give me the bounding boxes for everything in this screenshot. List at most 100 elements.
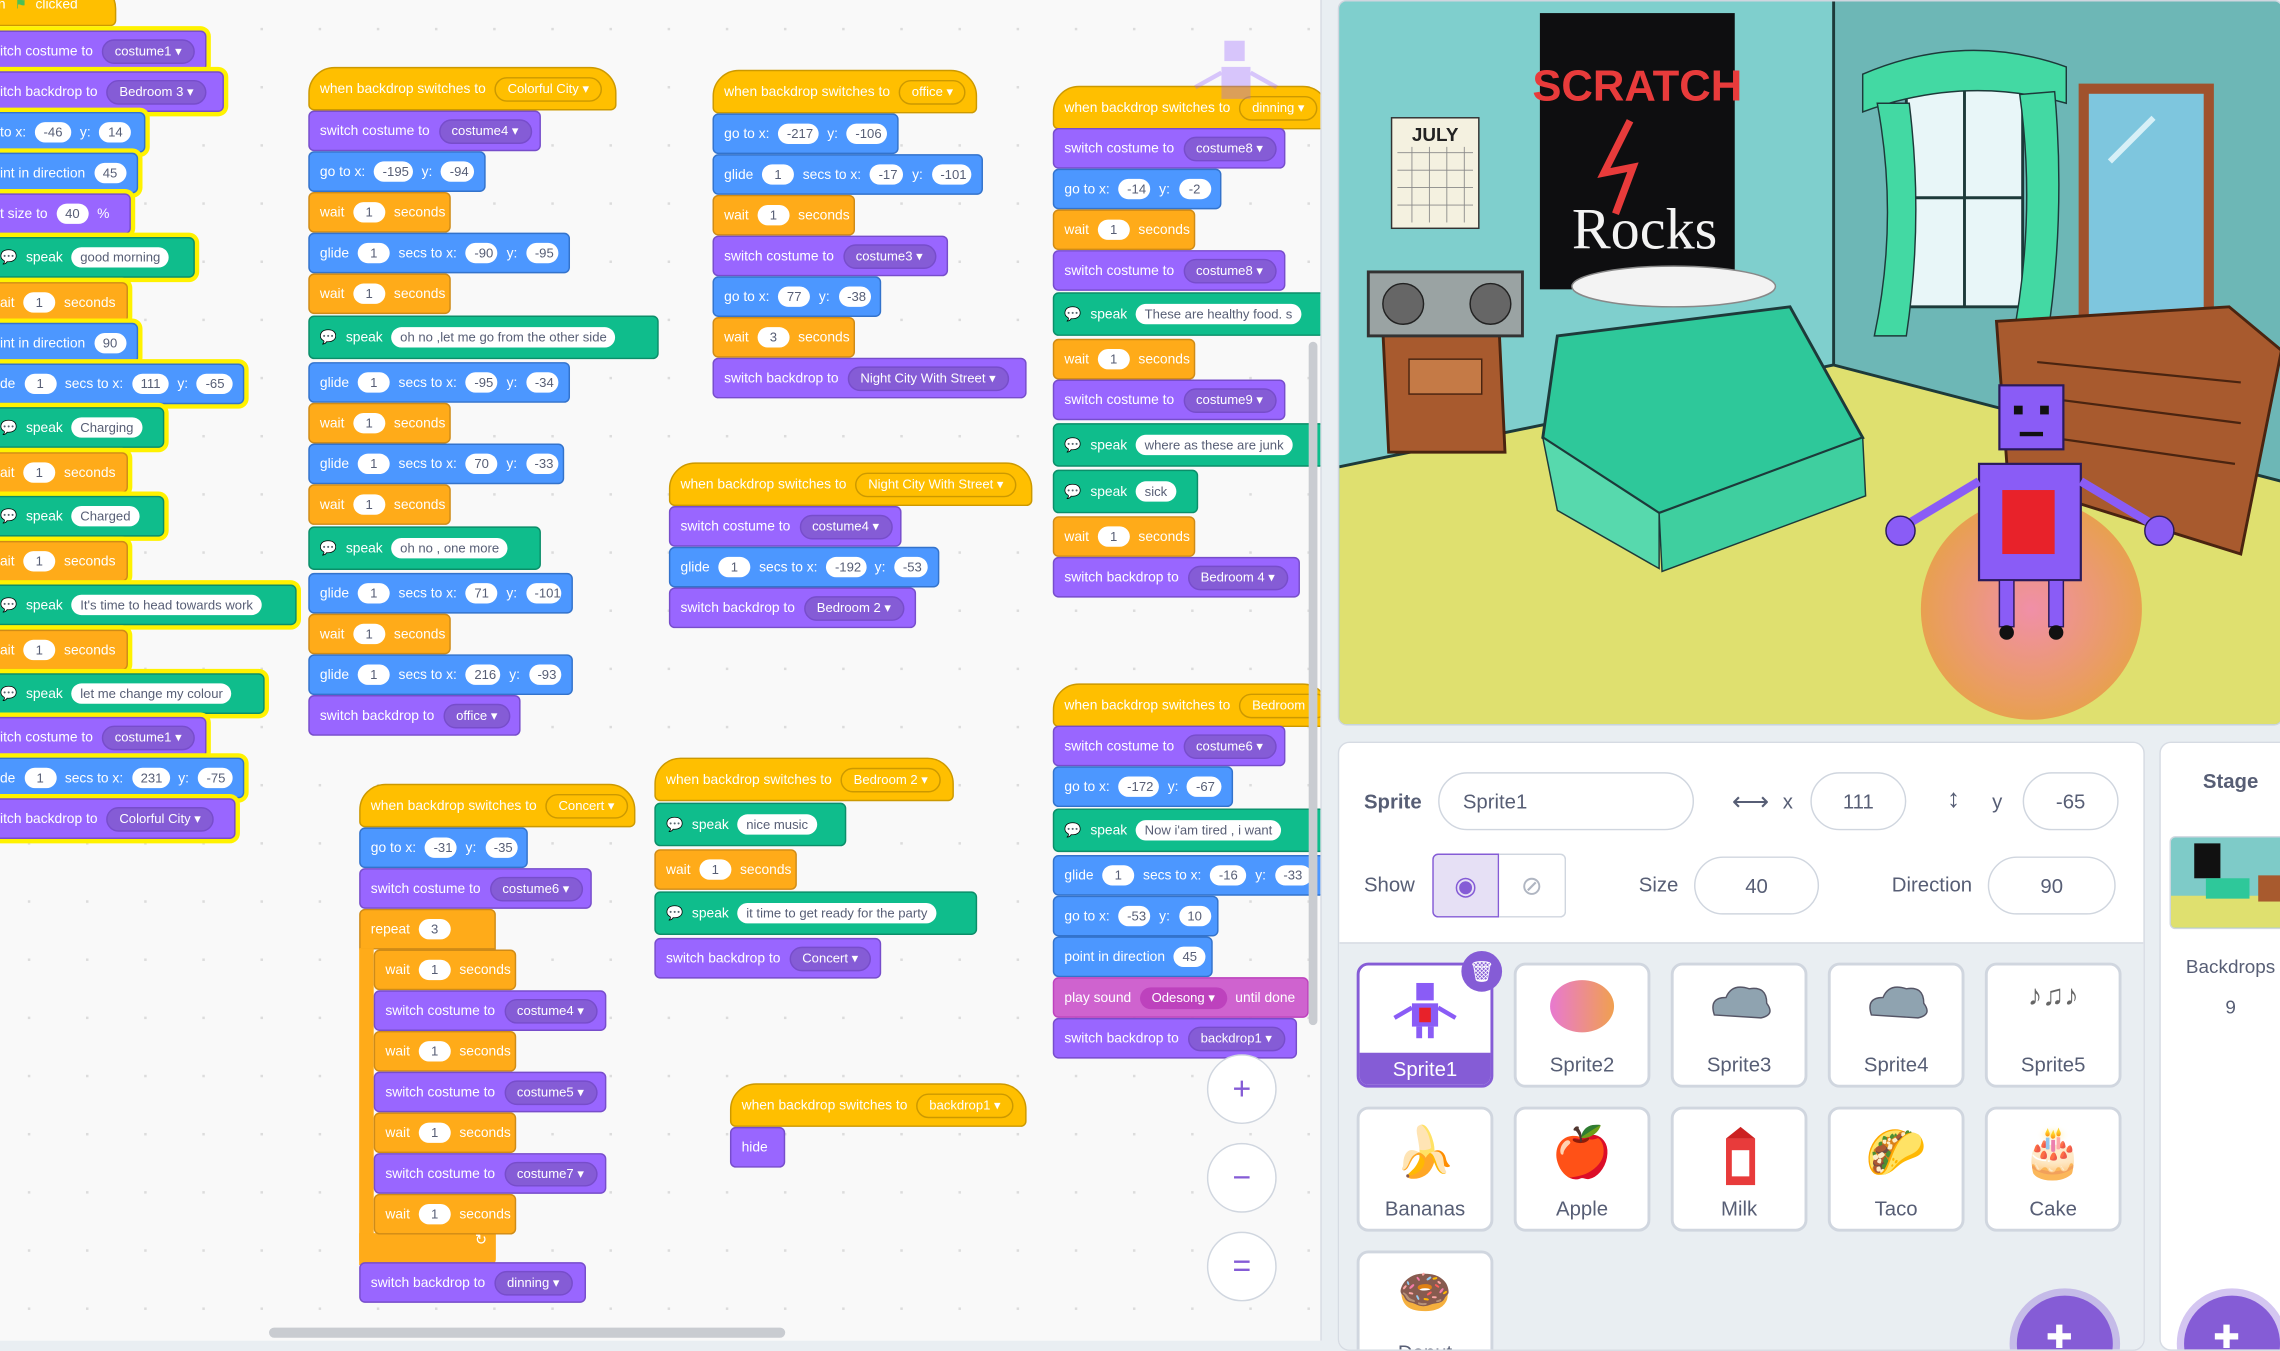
y-input[interactable]: 10 [1178, 905, 1211, 927]
sprite-tile-apple[interactable]: 🍎 Apple [1513, 1106, 1651, 1232]
speak-text-input[interactable]: sick [1135, 481, 1176, 502]
wait-input[interactable]: 1 [23, 292, 56, 313]
when-backdrop-switches-hat[interactable]: when backdrop switches to Bedroom 2 [654, 757, 954, 802]
sprite-tile-bananas[interactable]: 🍌 Bananas [1356, 1106, 1494, 1232]
sprite-tile-donut[interactable]: 🍩 Donut [1356, 1250, 1494, 1350]
costume-dropdown[interactable]: costume3 [842, 243, 936, 269]
choose-sprite-button[interactable]: ✚ [2016, 1295, 2113, 1350]
x-input[interactable]: -192 [826, 556, 866, 578]
wait-block[interactable]: wait 1 seconds [373, 949, 517, 991]
go-to-xy-block[interactable]: go to x: -53 y: 10 [1052, 895, 1219, 937]
point-direction-block[interactable]: int in direction 45 [0, 152, 139, 194]
secs-input[interactable]: 1 [24, 767, 57, 789]
speak-block[interactable]: 💬 speak Charging [0, 407, 165, 448]
wait-block[interactable]: wait 1 seconds [373, 1112, 517, 1154]
switch-costume-block[interactable]: itch costume to costume1 [0, 716, 207, 758]
wait-input[interactable]: 1 [1097, 526, 1130, 547]
x-input[interactable]: 77 [778, 286, 811, 307]
switch-costume-block[interactable]: switch costume to costume8 [1052, 250, 1286, 291]
backdrop-dropdown[interactable]: Bedroom 2 [803, 595, 905, 621]
speak-block[interactable]: 💬 speak Now i'am tired , i want [1052, 808, 1321, 853]
when-backdrop-switches-hat[interactable]: when backdrop switches to Night City With… [668, 462, 1033, 507]
backdrop-dropdown[interactable]: backdrop1 [1187, 1025, 1286, 1051]
y-input[interactable]: -35 [485, 837, 518, 858]
choose-backdrop-button[interactable]: ✚ [2184, 1295, 2280, 1350]
y-input[interactable]: -34 [526, 372, 559, 393]
costume-dropdown[interactable]: costume6 [489, 876, 583, 901]
wait-block[interactable]: wait 1 seconds [654, 849, 797, 890]
switch-costume-block[interactable]: switch costume to costume4 [308, 110, 541, 152]
repeat-block[interactable]: repeat 3 [359, 908, 496, 950]
switch-costume-block[interactable]: itch costume to costume1 [0, 30, 207, 72]
sprite-tile-sprite5[interactable]: ♪♫♪ Sprite5 [1984, 962, 2122, 1088]
backdrop-dropdown[interactable]: Colorful City [106, 806, 214, 832]
glide-block[interactable]: glide 1 secs to x: 70 y: -33 [308, 443, 565, 485]
costume-dropdown[interactable]: costume4 [503, 998, 597, 1023]
when-backdrop-switches-hat[interactable]: when backdrop switches to Colorful City [308, 66, 617, 111]
backdrop-dropdown[interactable]: Concert [545, 793, 628, 818]
backdrop-dropdown[interactable]: Night City With Street [847, 365, 1009, 391]
backdrop-dropdown[interactable]: office [898, 79, 967, 104]
wait-input[interactable]: 1 [23, 551, 56, 572]
wait-input[interactable]: 1 [1097, 348, 1130, 370]
direction-input[interactable]: 45 [1173, 946, 1206, 967]
sprite-tile-cake[interactable]: 🎂 Cake [1984, 1106, 2122, 1232]
x-input[interactable]: -172 [1118, 776, 1160, 797]
secs-input[interactable]: 1 [357, 664, 390, 685]
glide-block[interactable]: de 1 secs to x: 111 y: -65 [0, 363, 245, 405]
wait-block[interactable]: wait 1 seconds [1052, 516, 1196, 557]
costume-dropdown[interactable]: costume4 [799, 514, 893, 539]
go-to-xy-block[interactable]: go to x: -172 y: -67 [1052, 766, 1234, 808]
glide-block[interactable]: glide 1 secs to x: -90 y: -95 [308, 232, 571, 274]
glide-block[interactable]: glide 1 secs to x: 71 y: -101 [308, 572, 573, 614]
backdrop-dropdown[interactable]: Concert [789, 945, 872, 971]
backdrop-dropdown[interactable]: backdrop1 [916, 1092, 1014, 1118]
glide-block[interactable]: glide 1 secs to x: 216 y: -93 [308, 654, 573, 696]
wait-block[interactable]: wait 1 seconds [712, 194, 856, 236]
y-input[interactable]: -38 [838, 286, 871, 307]
switch-costume-block[interactable]: switch costume to costume9 [1052, 379, 1286, 421]
switch-backdrop-block[interactable]: switch backdrop to dinning [359, 1262, 587, 1303]
wait-block[interactable]: wait 1 seconds [373, 1193, 517, 1235]
speak-text-input[interactable]: oh no , one more [391, 538, 508, 559]
switch-costume-block[interactable]: switch costume to costume4 [373, 990, 607, 1031]
code-workspace[interactable]: hen ⚑ clicked itch costume to costume1 itch… [0, 0, 1322, 1341]
speak-block[interactable]: 💬 speak oh no , one more [308, 526, 541, 571]
backdrop-thumbnail[interactable] [2169, 836, 2280, 930]
backdrop-dropdown[interactable]: Colorful City [494, 76, 603, 102]
x-input[interactable]: -53 [1118, 905, 1151, 927]
speak-block[interactable]: 💬 speak oh no ,let me go from the other si… [308, 315, 659, 360]
zoom-reset-button[interactable]: = [1206, 1231, 1277, 1302]
x-input[interactable]: -90 [465, 242, 498, 264]
y-input[interactable]: -75 [197, 767, 233, 789]
y-input[interactable]: -95 [526, 242, 559, 264]
sound-dropdown[interactable]: Odesong [1139, 986, 1227, 1009]
sprite-name-input[interactable]: Sprite1 [1438, 772, 1695, 831]
switch-backdrop-block[interactable]: switch backdrop to Night City With Street [712, 357, 1027, 399]
speak-block[interactable]: 💬 speak sick [1052, 469, 1199, 514]
x-input[interactable]: -195 [373, 161, 413, 182]
size-input[interactable]: 40 [56, 203, 89, 224]
direction-input[interactable]: 90 [93, 332, 126, 354]
x-position-input[interactable]: 111 [1810, 772, 1907, 831]
sprite-tile-taco[interactable]: 🌮 Taco [1827, 1106, 1965, 1232]
speak-text-input[interactable]: Charged [71, 506, 140, 527]
go-to-xy-block[interactable]: go to x: -217 y: -106 [712, 113, 899, 155]
x-input[interactable]: -14 [1118, 178, 1151, 200]
switch-backdrop-block[interactable]: switch backdrop to Concert [654, 937, 882, 979]
x-input[interactable]: 231 [131, 767, 170, 789]
backdrop-dropdown[interactable]: office [443, 703, 511, 728]
when-backdrop-switches-hat[interactable]: when backdrop switches to Concert [359, 783, 636, 828]
sprite-tile-milk[interactable]: Milk [1670, 1106, 1808, 1232]
go-to-xy-block[interactable]: go to x: 77 y: -38 [712, 276, 882, 317]
glide-block[interactable]: glide 1 secs to x: -192 y: -53 [668, 546, 940, 588]
speak-block[interactable]: 💬 speak where as these are junk [1052, 423, 1321, 467]
wait-input[interactable]: 1 [353, 283, 386, 304]
wait-block[interactable]: wait 1 seconds [308, 191, 451, 233]
costume-dropdown[interactable]: costume1 [101, 724, 195, 750]
y-input[interactable]: -65 [196, 373, 233, 395]
switch-costume-block[interactable]: switch costume to costume6 [359, 868, 592, 909]
when-backdrop-switches-hat[interactable]: when backdrop switches to office [712, 69, 978, 114]
go-to-xy-block[interactable]: go to x: -31 y: -35 [359, 827, 528, 869]
x-input[interactable]: -31 [424, 837, 457, 858]
